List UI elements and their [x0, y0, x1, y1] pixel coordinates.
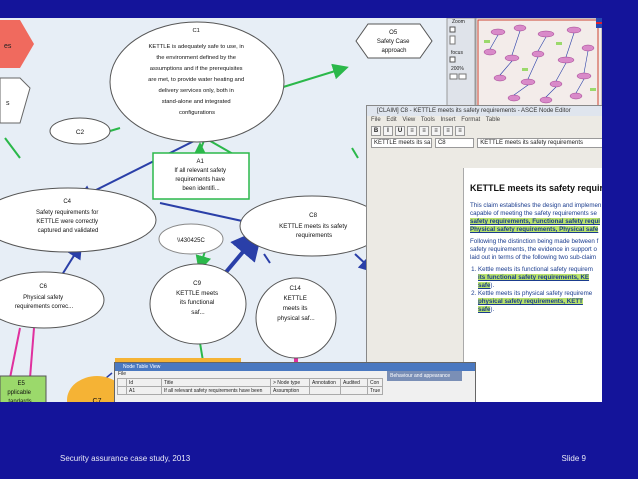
cell-audited	[340, 386, 368, 395]
doc-paragraph-1: This claim establishes the design and im…	[470, 202, 602, 233]
doc-link-6[interactable]: safe	[478, 306, 491, 313]
zoom-down-button[interactable]	[449, 73, 458, 80]
doc-link-4[interactable]: safe	[478, 282, 491, 289]
zoom-label: Zoom	[452, 19, 465, 25]
doc-heading: KETTLE meets its safety requir	[470, 183, 602, 193]
screenshot-area: es s C1 KETTLE is adequately safe to use…	[0, 18, 602, 402]
list-button[interactable]: ≡	[443, 125, 453, 136]
node-table-window[interactable]: Node Table View File Id Title > Node typ…	[114, 362, 476, 402]
menu-format[interactable]: Format	[461, 117, 480, 123]
menu-file[interactable]: File	[371, 117, 381, 123]
footer-left-text: Security assurance case study, 2013	[60, 454, 191, 463]
header-title[interactable]: Title	[161, 378, 271, 387]
italic-button[interactable]: I	[383, 125, 393, 136]
node-document[interactable]: KETTLE meets its safety requir This clai…	[463, 168, 602, 402]
menu-insert[interactable]: Insert	[441, 117, 456, 123]
doc-link-3[interactable]: its functional safety requirements, KE	[478, 274, 590, 281]
node-name-field[interactable]: KETTLE meets its sa	[371, 138, 432, 148]
menu-edit[interactable]: Edit	[386, 117, 396, 123]
header-id[interactable]: Id	[126, 378, 162, 387]
node-ref-text: \\430425C	[177, 238, 205, 244]
table-header-row: Id Title > Node type Annotation Audited …	[117, 378, 384, 387]
header-audited[interactable]: Audited	[340, 378, 368, 387]
cell-con: True	[366, 386, 384, 395]
zoom-slider-track[interactable]	[449, 35, 456, 45]
doc-link-2[interactable]: Physical safety requirements, Physical s…	[470, 226, 599, 233]
node-c7-text: C7	[93, 398, 102, 402]
header-con[interactable]: Con	[366, 378, 384, 387]
zoom-checkbox[interactable]	[449, 26, 456, 33]
menu-table[interactable]: Table	[486, 117, 500, 123]
behaviour-panel-label: Behaviour and appearance	[390, 373, 451, 379]
indent-button[interactable]: ≡	[455, 125, 465, 136]
focus-label: focus	[451, 50, 463, 56]
table-row[interactable]: A1 If all relevant safety requirements h…	[117, 386, 384, 395]
partial-node-s[interactable]	[0, 77, 31, 124]
slide-number: Slide 9	[561, 454, 586, 463]
bold-button[interactable]: B	[371, 125, 381, 136]
zoom-panel[interactable]: Zoom focus 200%	[446, 18, 476, 111]
focus-checkbox[interactable]	[449, 56, 456, 63]
menu-tools[interactable]: Tools	[421, 117, 435, 123]
align-left-button[interactable]: ≡	[407, 125, 417, 136]
overview-minimap[interactable]	[475, 18, 602, 111]
doc-link-1[interactable]: safety requirements, Functional safety r…	[470, 218, 600, 225]
doc-subclaim-1: Kettle meets its functional safety requi…	[478, 266, 602, 290]
partial-node-s-label: s	[6, 100, 10, 107]
header-annotation[interactable]: Annotation	[309, 378, 341, 387]
behaviour-panel[interactable]: Behaviour and appearance	[387, 371, 463, 381]
partial-node-e-label: es	[4, 43, 12, 50]
zoom-value: 200%	[451, 66, 464, 72]
node-table: Id Title > Node type Annotation Audited …	[117, 378, 384, 395]
node-editor-title: [CLAIM] C8 - KETTLE meets its safety req…	[367, 106, 602, 116]
node-editor-window[interactable]: [CLAIM] C8 - KETTLE meets its safety req…	[366, 105, 602, 402]
cell-title: If all relevant safety requirements have…	[161, 386, 271, 395]
node-editor-menubar: File Edit View Tools Insert Format Table	[367, 116, 602, 125]
cell-annotation	[309, 386, 341, 395]
align-center-button[interactable]: ≡	[419, 125, 429, 136]
cell-node-type: Assumption	[270, 386, 310, 395]
align-right-button[interactable]: ≡	[431, 125, 441, 136]
format-toolbar: B I U ≡ ≡ ≡ ≡ ≡	[367, 125, 602, 136]
node-table-title: Node Table View	[115, 363, 475, 371]
doc-subclaim-2: Kettle meets its physical safety require…	[478, 290, 602, 314]
node-fields: KETTLE meets its sa C8 KETTLE meets its …	[367, 136, 602, 150]
zoom-up-button[interactable]	[458, 73, 467, 80]
cell-id: A1	[126, 386, 162, 395]
node-id-field[interactable]: C8	[434, 138, 475, 148]
doc-paragraph-2: Following the distinction being made bet…	[470, 238, 599, 261]
underline-button[interactable]: U	[395, 125, 405, 136]
node-c2-text: C2	[76, 129, 85, 136]
doc-subclaim-list: Kettle meets its functional safety requi…	[464, 266, 602, 314]
node-summary-field[interactable]: KETTLE meets its safety requirements	[477, 138, 602, 148]
menu-view[interactable]: View	[402, 117, 415, 123]
doc-link-5[interactable]: physical safety requirements, KETT	[478, 298, 583, 305]
header-node-type[interactable]: > Node type	[270, 378, 310, 387]
